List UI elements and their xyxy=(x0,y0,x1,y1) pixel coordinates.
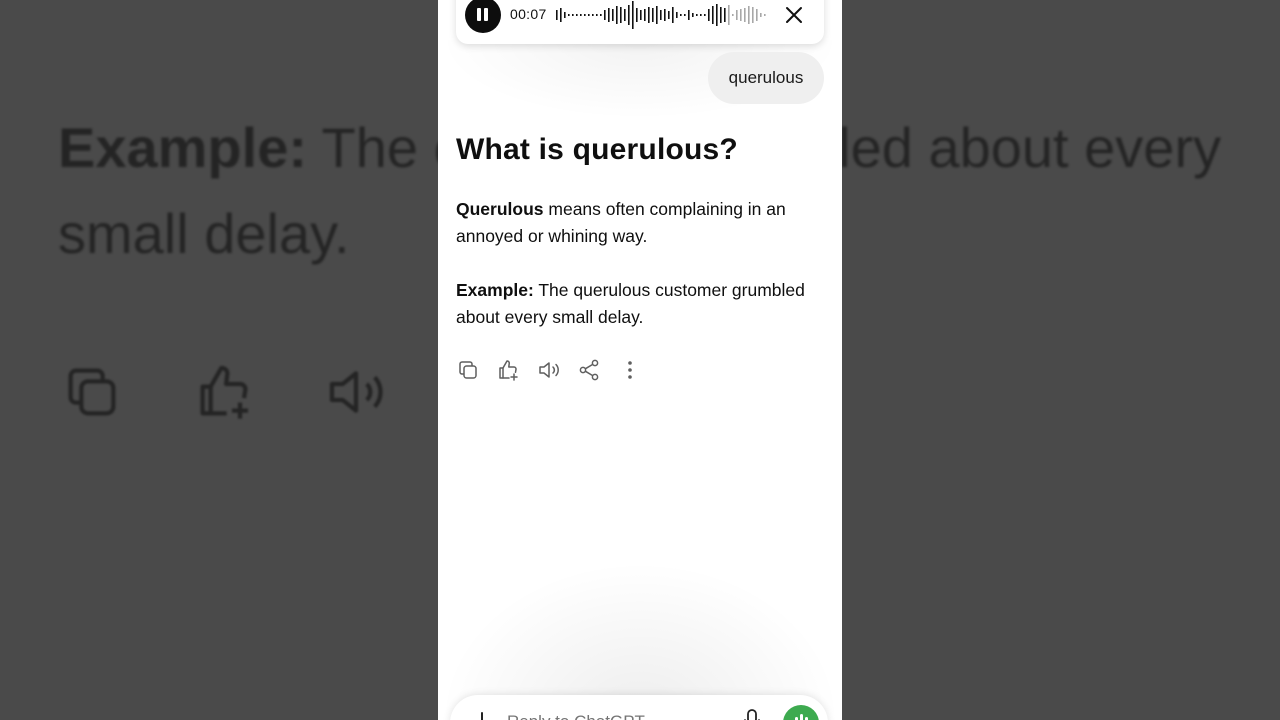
waveform-bar xyxy=(632,1,634,29)
waveform-bar xyxy=(588,14,590,16)
waveform-bar xyxy=(620,7,622,23)
voice-mode-button[interactable] xyxy=(783,705,819,720)
waveform-bar xyxy=(716,4,718,26)
definition-paragraph: Querulous means often complaining in an … xyxy=(456,196,826,250)
waveform-bar xyxy=(764,14,766,16)
message-composer xyxy=(450,695,828,720)
waveform-bar xyxy=(636,8,638,22)
speaker-icon[interactable] xyxy=(537,358,561,382)
thumbs-up-icon[interactable] xyxy=(496,358,520,382)
waveform-bar xyxy=(700,14,702,16)
example-paragraph: Example: The querulous customer grumbled… xyxy=(456,277,826,331)
waveform-bar xyxy=(684,14,686,16)
waveform-bar xyxy=(612,9,614,21)
audio-waveform[interactable] xyxy=(556,0,766,34)
background-action-icons xyxy=(60,360,388,424)
waveform-bar xyxy=(752,7,754,23)
example-label: Example: xyxy=(456,280,534,300)
waveform-bar xyxy=(736,10,738,20)
waveform-bar xyxy=(616,6,618,24)
waveform-bar xyxy=(580,14,582,16)
waveform-bar xyxy=(720,7,722,23)
waveform-bar xyxy=(760,13,762,17)
waveform-bar xyxy=(704,14,706,16)
waveform-bar xyxy=(556,10,558,20)
waveform-bar xyxy=(756,9,758,21)
copy-icon[interactable] xyxy=(456,358,480,382)
waveform-bar xyxy=(728,5,730,25)
waveform-bar xyxy=(656,6,658,24)
plus-icon[interactable] xyxy=(470,709,494,720)
waveform-bar xyxy=(584,14,586,16)
waveform-bar xyxy=(568,14,570,16)
waveform-bar xyxy=(648,7,650,23)
waveform-bar xyxy=(608,8,610,22)
close-icon[interactable] xyxy=(783,4,805,26)
waveform-bar xyxy=(668,11,670,19)
waveform-bar xyxy=(576,14,578,16)
response-actions xyxy=(456,358,658,382)
waveform-bar xyxy=(592,14,594,16)
waveform-bar xyxy=(676,12,678,18)
waveform-bar xyxy=(644,9,646,21)
share-icon[interactable] xyxy=(577,358,601,382)
waveform-bar xyxy=(652,8,654,22)
waveform-bar xyxy=(640,10,642,20)
waveform-bar xyxy=(744,8,746,22)
waveform-bar xyxy=(692,13,694,17)
waveform-bar xyxy=(564,12,566,18)
user-message-bubble: querulous xyxy=(708,52,824,104)
waveform-bar xyxy=(664,9,666,21)
waveform-bar xyxy=(740,9,742,21)
waveform-bar xyxy=(596,14,598,16)
waveform-bar xyxy=(660,10,662,20)
background-example-label: Example: xyxy=(58,116,307,179)
definition-term: Querulous xyxy=(456,199,544,219)
waveform-bar xyxy=(688,10,690,20)
background-thumbs-up-icon xyxy=(200,365,248,419)
assistant-response: What is querulous? Querulous means often… xyxy=(456,130,826,327)
waveform-bar xyxy=(708,9,710,21)
waveform-bar xyxy=(712,6,714,24)
more-icon[interactable] xyxy=(618,358,642,382)
playback-timestamp: 00:07 xyxy=(510,6,547,22)
background-speaker-icon xyxy=(329,371,383,413)
waveform-bar xyxy=(628,5,630,25)
waveform-bar xyxy=(748,6,750,24)
audio-player-bar: 00:07 xyxy=(456,0,824,44)
waveform-bar xyxy=(732,14,734,16)
waveform-bar xyxy=(560,8,562,22)
microphone-icon[interactable] xyxy=(740,707,764,720)
waveform-bar xyxy=(724,8,726,22)
waveform-bar xyxy=(572,14,574,16)
message-input[interactable] xyxy=(505,711,729,720)
user-message-text: querulous xyxy=(728,68,804,87)
waveform-bar xyxy=(696,14,698,16)
chat-screen: 00:07 querulous What is querulous? Queru… xyxy=(438,0,842,720)
waveform-bar xyxy=(600,14,602,16)
waveform-bar xyxy=(624,9,626,21)
waveform-bar xyxy=(680,14,682,16)
pause-icon[interactable] xyxy=(465,0,501,33)
background-copy-icon xyxy=(68,368,116,416)
waveform-bar xyxy=(672,7,674,23)
response-heading: What is querulous? xyxy=(456,133,738,166)
waveform-bar xyxy=(604,10,606,20)
